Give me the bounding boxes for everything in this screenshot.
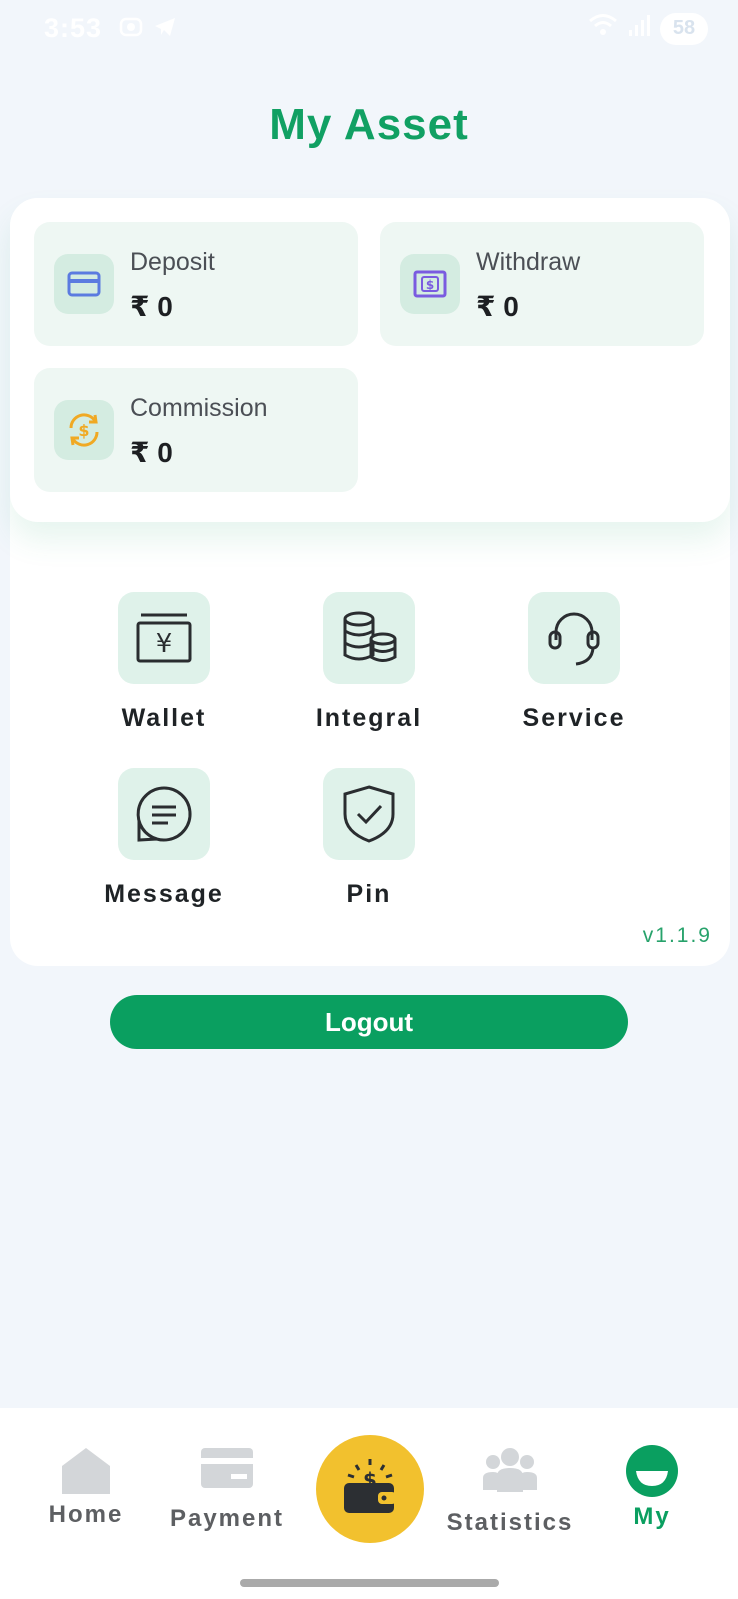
camera-icon xyxy=(118,14,144,47)
logout-button[interactable]: Logout xyxy=(110,995,628,1049)
app-version: v1.1.9 xyxy=(642,924,712,947)
status-bar: 3:53 58 xyxy=(0,0,738,60)
message-icon xyxy=(118,768,210,860)
card-icon xyxy=(54,254,114,314)
coins-icon xyxy=(323,592,415,684)
home-indicator xyxy=(240,1579,499,1587)
asset-card: Deposit ₹ 0 $ Withdraw ₹ 0 $ Commission … xyxy=(10,198,730,522)
deposit-value: ₹ 0 xyxy=(130,291,173,322)
tab-payment-label: Payment xyxy=(169,1505,285,1532)
menu-wallet[interactable]: ¥ Wallet xyxy=(74,592,254,733)
svg-text:¥: ¥ xyxy=(156,629,173,659)
status-time: 3:53 xyxy=(44,13,103,43)
wifi-icon xyxy=(588,12,618,45)
menu-integral-label: Integral xyxy=(315,704,423,732)
deposit-card[interactable]: Deposit ₹ 0 xyxy=(34,222,358,346)
withdraw-label: Withdraw xyxy=(476,248,581,276)
center-wallet-button[interactable]: $ xyxy=(316,1435,424,1543)
home-icon xyxy=(16,1444,156,1501)
menu-wallet-label: Wallet xyxy=(121,704,207,732)
tab-my[interactable]: My xyxy=(582,1444,722,1531)
tab-home-label: Home xyxy=(48,1501,124,1528)
menu-message[interactable]: Message xyxy=(74,768,254,909)
people-icon xyxy=(440,1446,580,1499)
battery-icon: 58 xyxy=(660,12,708,45)
headset-icon xyxy=(528,592,620,684)
signal-icon xyxy=(628,12,650,45)
menu-pin-label: Pin xyxy=(346,880,392,908)
tab-payment[interactable]: Payment xyxy=(157,1446,297,1533)
wallet-icon: ¥ xyxy=(118,592,210,684)
withdraw-card[interactable]: $ Withdraw ₹ 0 xyxy=(380,222,704,346)
svg-text:$: $ xyxy=(426,278,434,292)
menu-integral[interactable]: Integral xyxy=(279,592,459,733)
bottom-tab-bar: Home Payment $ Statistics My xyxy=(0,1408,738,1599)
page-title: My Asset xyxy=(269,100,469,149)
commission-label: Commission xyxy=(130,394,268,422)
tab-home[interactable]: Home xyxy=(16,1444,156,1529)
withdraw-value: ₹ 0 xyxy=(476,291,519,322)
profile-icon xyxy=(582,1444,722,1503)
deposit-label: Deposit xyxy=(130,248,215,276)
commission-value: ₹ 0 xyxy=(130,437,173,468)
wallet-dollar-icon: $ xyxy=(340,1457,400,1522)
menu-pin[interactable]: Pin xyxy=(279,768,459,909)
tab-my-label: My xyxy=(633,1503,671,1530)
menu-service-label: Service xyxy=(522,704,626,732)
payment-card-icon xyxy=(157,1446,297,1495)
cash-icon: $ xyxy=(400,254,460,314)
commission-card[interactable]: $ Commission ₹ 0 xyxy=(34,368,358,492)
shield-check-icon xyxy=(323,768,415,860)
tab-statistics-label: Statistics xyxy=(446,1509,574,1536)
menu-service[interactable]: Service xyxy=(484,592,664,733)
menu-message-label: Message xyxy=(104,880,224,908)
tab-statistics[interactable]: Statistics xyxy=(440,1446,580,1537)
telegram-icon xyxy=(152,14,178,47)
exchange-icon: $ xyxy=(54,400,114,460)
svg-text:$: $ xyxy=(78,421,89,440)
